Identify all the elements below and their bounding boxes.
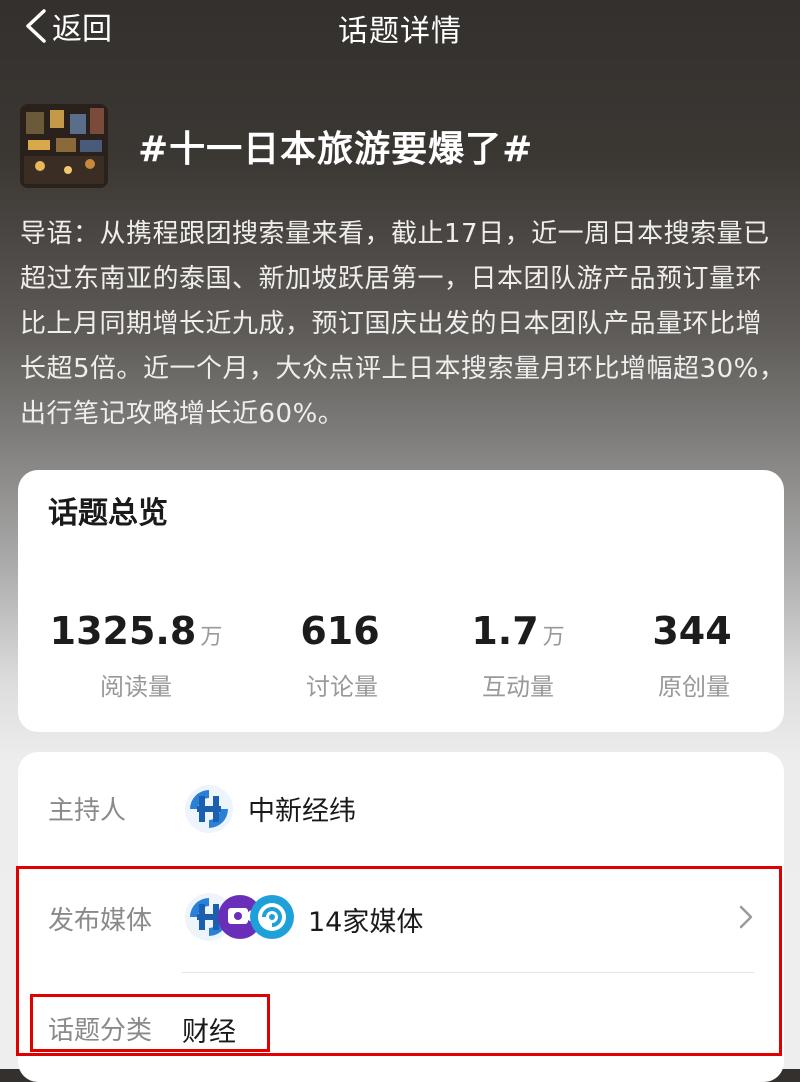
stat-value: 1325.8	[49, 609, 197, 653]
topic-intro: 导语：从携程跟团搜索量来看，截止17日，近一周日本搜索量已超过东南亚的泰国、新加…	[20, 219, 786, 429]
stat-label: 互动量	[482, 673, 554, 701]
media-count[interactable]: 14家媒体	[308, 900, 423, 939]
topic-info-card: 主持人 中新经纬 发布媒体 14家媒体 话题分类 财经	[18, 752, 784, 1082]
stat-value: 344	[652, 609, 732, 653]
chevron-right-icon[interactable]	[736, 902, 756, 932]
host-name[interactable]: 中新经纬	[248, 789, 356, 828]
stat-reads: 1325.8 万 阅读量	[18, 610, 254, 702]
stat-value: 616	[300, 609, 380, 653]
stat-label: 原创量	[658, 673, 730, 701]
stat-unit: 万	[200, 625, 223, 650]
page-title: 话题详情	[338, 14, 462, 49]
stat-value: 1.7	[471, 609, 539, 653]
media-logo-blue-icon	[250, 895, 294, 939]
top-navigation-bar: 返回 话题详情	[0, 0, 800, 56]
stat-interactions: 1.7 万 互动量	[430, 610, 606, 702]
topic-title: #十一日本旅游要爆了#	[138, 129, 534, 170]
stats-row: 1325.8 万 阅读量 616 讨论量 1.7 万 互动量 344 原创量	[18, 610, 784, 702]
overview-card: 话题总览 1325.8 万 阅读量 616 讨论量 1.7 万 互动量 344 原创…	[18, 470, 784, 732]
zhongxin-logo-icon[interactable]	[184, 784, 234, 834]
host-label: 主持人	[48, 796, 127, 826]
category-value[interactable]: 财经	[182, 1010, 236, 1049]
stat-discussions: 616 讨论量	[254, 610, 430, 702]
stat-originals: 344 原创量	[606, 610, 782, 702]
media-label: 发布媒体	[48, 906, 153, 936]
topic-header: #十一日本旅游要爆了#	[20, 104, 533, 188]
category-label: 话题分类	[48, 1016, 153, 1046]
stat-unit: 万	[542, 625, 565, 650]
overview-heading: 话题总览	[48, 496, 168, 531]
divider	[182, 972, 754, 973]
topic-thumbnail	[20, 104, 108, 188]
stat-label: 讨论量	[306, 673, 378, 701]
stat-label: 阅读量	[100, 673, 172, 701]
media-logos-group[interactable]	[184, 892, 296, 942]
